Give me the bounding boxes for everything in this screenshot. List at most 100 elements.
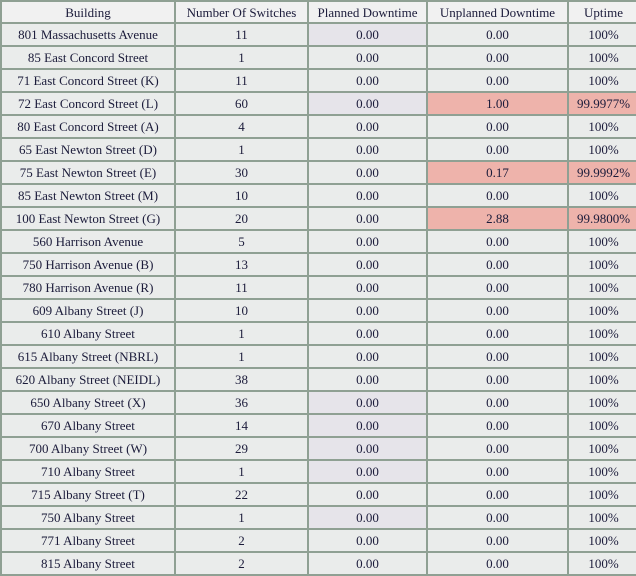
cell-building: 80 East Concord Street (A) bbox=[2, 116, 174, 137]
cell-unplanned-downtime: 0.00 bbox=[428, 277, 567, 298]
cell-planned-downtime: 0.00 bbox=[309, 530, 426, 551]
cell-number-of-switches: 1 bbox=[176, 507, 307, 528]
cell-unplanned-downtime: 0.00 bbox=[428, 300, 567, 321]
cell-planned-downtime: 0.00 bbox=[309, 139, 426, 160]
cell-building: 85 East Newton Street (M) bbox=[2, 185, 174, 206]
cell-unplanned-downtime: 0.00 bbox=[428, 553, 567, 574]
cell-building: 801 Massachusetts Avenue bbox=[2, 24, 174, 45]
cell-number-of-switches: 20 bbox=[176, 208, 307, 229]
cell-planned-downtime: 0.00 bbox=[309, 369, 426, 390]
cell-building: 700 Albany Street (W) bbox=[2, 438, 174, 459]
table-row: 700 Albany Street (W) 29 0.00 0.00 100% bbox=[2, 438, 636, 459]
cell-unplanned-downtime: 0.00 bbox=[428, 24, 567, 45]
cell-uptime: 100% bbox=[569, 70, 636, 91]
cell-planned-downtime: 0.00 bbox=[309, 208, 426, 229]
cell-building: 750 Albany Street bbox=[2, 507, 174, 528]
cell-unplanned-downtime: 0.00 bbox=[428, 484, 567, 505]
table-row: 65 East Newton Street (D) 1 0.00 0.00 100% bbox=[2, 139, 636, 160]
cell-uptime: 100% bbox=[569, 346, 636, 367]
cell-building: 620 Albany Street (NEIDL) bbox=[2, 369, 174, 390]
cell-unplanned-downtime: 0.00 bbox=[428, 530, 567, 551]
cell-building: 560 Harrison Avenue bbox=[2, 231, 174, 252]
table-row: 610 Albany Street 1 0.00 0.00 100% bbox=[2, 323, 636, 344]
cell-building: 650 Albany Street (X) bbox=[2, 392, 174, 413]
cell-building: 65 East Newton Street (D) bbox=[2, 139, 174, 160]
cell-uptime: 100% bbox=[569, 530, 636, 551]
cell-unplanned-downtime: 0.00 bbox=[428, 323, 567, 344]
column-header-switches[interactable]: Number Of Switches bbox=[176, 2, 307, 22]
cell-number-of-switches: 36 bbox=[176, 392, 307, 413]
cell-planned-downtime: 0.00 bbox=[309, 300, 426, 321]
cell-unplanned-downtime: 0.00 bbox=[428, 369, 567, 390]
cell-unplanned-downtime: 0.00 bbox=[428, 461, 567, 482]
cell-building: 710 Albany Street bbox=[2, 461, 174, 482]
cell-planned-downtime: 0.00 bbox=[309, 438, 426, 459]
table-row: 801 Massachusetts Avenue 11 0.00 0.00 100% bbox=[2, 24, 636, 45]
table-body: 801 Massachusetts Avenue 11 0.00 0.00 100% 85… bbox=[2, 24, 636, 574]
cell-building: 71 East Concord Street (K) bbox=[2, 70, 174, 91]
building-uptime-table: Building Number Of Switches Planned Down… bbox=[0, 0, 636, 576]
cell-number-of-switches: 13 bbox=[176, 254, 307, 275]
cell-unplanned-downtime: 0.00 bbox=[428, 415, 567, 436]
column-header-uptime[interactable]: Uptime bbox=[569, 2, 636, 22]
cell-number-of-switches: 1 bbox=[176, 323, 307, 344]
cell-building: 750 Harrison Avenue (B) bbox=[2, 254, 174, 275]
table-row: 80 East Concord Street (A) 4 0.00 0.00 100% bbox=[2, 116, 636, 137]
table-row: 71 East Concord Street (K) 11 0.00 0.00 100% bbox=[2, 70, 636, 91]
cell-uptime: 100% bbox=[569, 277, 636, 298]
cell-number-of-switches: 11 bbox=[176, 277, 307, 298]
cell-number-of-switches: 2 bbox=[176, 530, 307, 551]
cell-unplanned-downtime: 0.00 bbox=[428, 254, 567, 275]
table-row: 560 Harrison Avenue 5 0.00 0.00 100% bbox=[2, 231, 636, 252]
cell-uptime: 100% bbox=[569, 415, 636, 436]
table-row: 710 Albany Street 1 0.00 0.00 100% bbox=[2, 461, 636, 482]
table-row: 615 Albany Street (NBRL) 1 0.00 0.00 100% bbox=[2, 346, 636, 367]
cell-uptime: 100% bbox=[569, 392, 636, 413]
cell-building: 815 Albany Street bbox=[2, 553, 174, 574]
cell-unplanned-downtime: 0.00 bbox=[428, 139, 567, 160]
cell-number-of-switches: 29 bbox=[176, 438, 307, 459]
cell-building: 72 East Concord Street (L) bbox=[2, 93, 174, 114]
cell-number-of-switches: 22 bbox=[176, 484, 307, 505]
column-header-unplanned-downtime[interactable]: Unplanned Downtime bbox=[428, 2, 567, 22]
cell-number-of-switches: 60 bbox=[176, 93, 307, 114]
table-row: 620 Albany Street (NEIDL) 38 0.00 0.00 100% bbox=[2, 369, 636, 390]
cell-unplanned-downtime: 0.00 bbox=[428, 116, 567, 137]
cell-number-of-switches: 4 bbox=[176, 116, 307, 137]
column-header-building[interactable]: Building bbox=[2, 2, 174, 22]
table-row: 780 Harrison Avenue (R) 11 0.00 0.00 100% bbox=[2, 277, 636, 298]
table-header: Building Number Of Switches Planned Down… bbox=[2, 2, 636, 22]
table-row: 750 Albany Street 1 0.00 0.00 100% bbox=[2, 507, 636, 528]
cell-number-of-switches: 30 bbox=[176, 162, 307, 183]
cell-building: 715 Albany Street (T) bbox=[2, 484, 174, 505]
cell-building: 615 Albany Street (NBRL) bbox=[2, 346, 174, 367]
cell-uptime: 100% bbox=[569, 438, 636, 459]
cell-number-of-switches: 11 bbox=[176, 70, 307, 91]
table-row: 750 Harrison Avenue (B) 13 0.00 0.00 100% bbox=[2, 254, 636, 275]
cell-number-of-switches: 10 bbox=[176, 185, 307, 206]
cell-planned-downtime: 0.00 bbox=[309, 415, 426, 436]
cell-unplanned-downtime: 0.00 bbox=[428, 47, 567, 68]
table-row: 650 Albany Street (X) 36 0.00 0.00 100% bbox=[2, 392, 636, 413]
cell-planned-downtime: 0.00 bbox=[309, 484, 426, 505]
cell-uptime: 100% bbox=[569, 47, 636, 68]
cell-uptime: 100% bbox=[569, 323, 636, 344]
table-row: 609 Albany Street (J) 10 0.00 0.00 100% bbox=[2, 300, 636, 321]
cell-unplanned-downtime: 1.00 bbox=[428, 93, 567, 114]
cell-uptime: 100% bbox=[569, 484, 636, 505]
cell-unplanned-downtime: 0.17 bbox=[428, 162, 567, 183]
cell-planned-downtime: 0.00 bbox=[309, 277, 426, 298]
column-header-planned-downtime[interactable]: Planned Downtime bbox=[309, 2, 426, 22]
table-row: 715 Albany Street (T) 22 0.00 0.00 100% bbox=[2, 484, 636, 505]
cell-unplanned-downtime: 0.00 bbox=[428, 185, 567, 206]
cell-uptime: 100% bbox=[569, 553, 636, 574]
cell-uptime: 100% bbox=[569, 139, 636, 160]
cell-number-of-switches: 1 bbox=[176, 47, 307, 68]
cell-planned-downtime: 0.00 bbox=[309, 392, 426, 413]
cell-unplanned-downtime: 0.00 bbox=[428, 70, 567, 91]
cell-number-of-switches: 2 bbox=[176, 553, 307, 574]
cell-uptime: 100% bbox=[569, 300, 636, 321]
cell-planned-downtime: 0.00 bbox=[309, 254, 426, 275]
cell-uptime: 100% bbox=[569, 24, 636, 45]
cell-number-of-switches: 11 bbox=[176, 24, 307, 45]
